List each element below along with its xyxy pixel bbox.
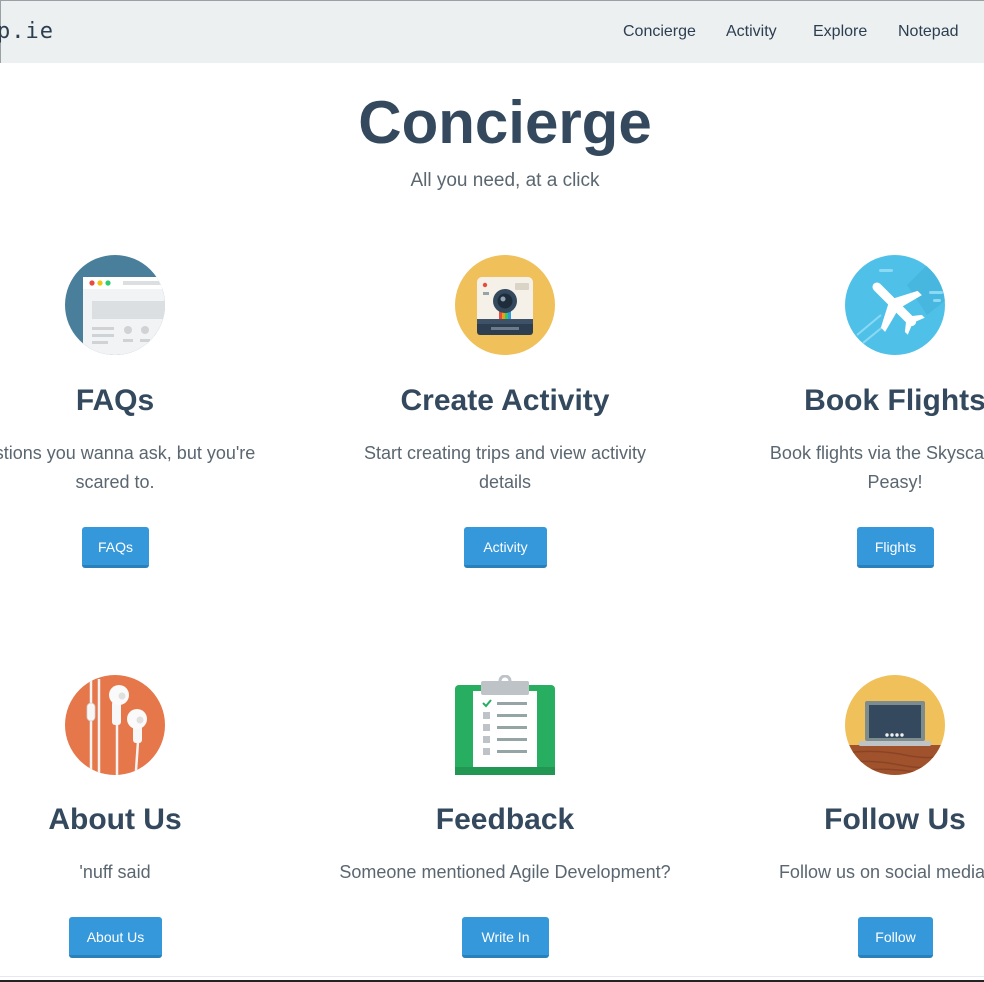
flights-button[interactable]: Flights [857,527,934,568]
clipboard-checklist-icon [455,674,555,775]
card-description: Start creating trips and view activity d… [310,439,700,497]
instant-camera-icon [455,255,555,355]
airplane-icon [845,255,945,355]
top-navbar: p.ie Concierge Activity Explore Notepad [0,0,984,63]
card-title: Book Flights [804,384,984,417]
card-description-line: Book flights via the Skyscanner [769,443,984,463]
activity-button[interactable]: Activity [464,527,547,568]
nav-link-concierge[interactable]: Concierge [623,23,696,41]
browser-window-icon [65,255,165,355]
card-description-line: scared to. [75,472,155,492]
card-title: Feedback [435,803,575,836]
page-subtitle: All you need, at a click [410,170,600,191]
card-description-line: uestions you wanna ask, but you're [0,443,256,463]
card-description: Book flights via the Skyscanner Peasy! [700,439,984,497]
page-title: Concierge [358,89,652,156]
card-description: uestions you wanna ask, but you're scare… [0,439,310,497]
write-in-button[interactable]: Write In [462,917,549,958]
card-title: Follow Us [824,803,966,836]
divider [0,976,984,977]
laptop-on-desk-icon [845,675,945,775]
card-title: FAQs [75,384,155,417]
card-description: Someone mentioned Agile Development? [310,858,700,887]
nav-link-notepad[interactable]: Notepad [898,23,959,41]
card-description-line: 'nuff said [79,862,151,882]
card-description: Follow us on social media for [700,858,984,887]
card-description-line: details [478,472,532,492]
brand-logo[interactable]: p.ie [0,19,54,44]
card-description-line: Follow us on social media for [778,862,984,882]
card-description: 'nuff said [0,858,310,887]
card-description-line: Start creating trips and view activity [363,443,647,463]
nav-link-explore[interactable]: Explore [813,23,867,41]
nav-link-activity[interactable]: Activity [726,23,777,41]
page: p.ie Concierge Activity Explore Notepad … [0,0,984,982]
card-title: Create Activity [400,384,610,417]
card-title: About Us [48,803,182,836]
about-us-button[interactable]: About Us [69,917,162,958]
earphones-icon [65,675,165,775]
card-description-line: Peasy! [867,472,923,492]
card-description-line: Someone mentioned Agile Development? [339,862,671,882]
faqs-button[interactable]: FAQs [82,527,149,568]
follow-button[interactable]: Follow [858,917,933,958]
